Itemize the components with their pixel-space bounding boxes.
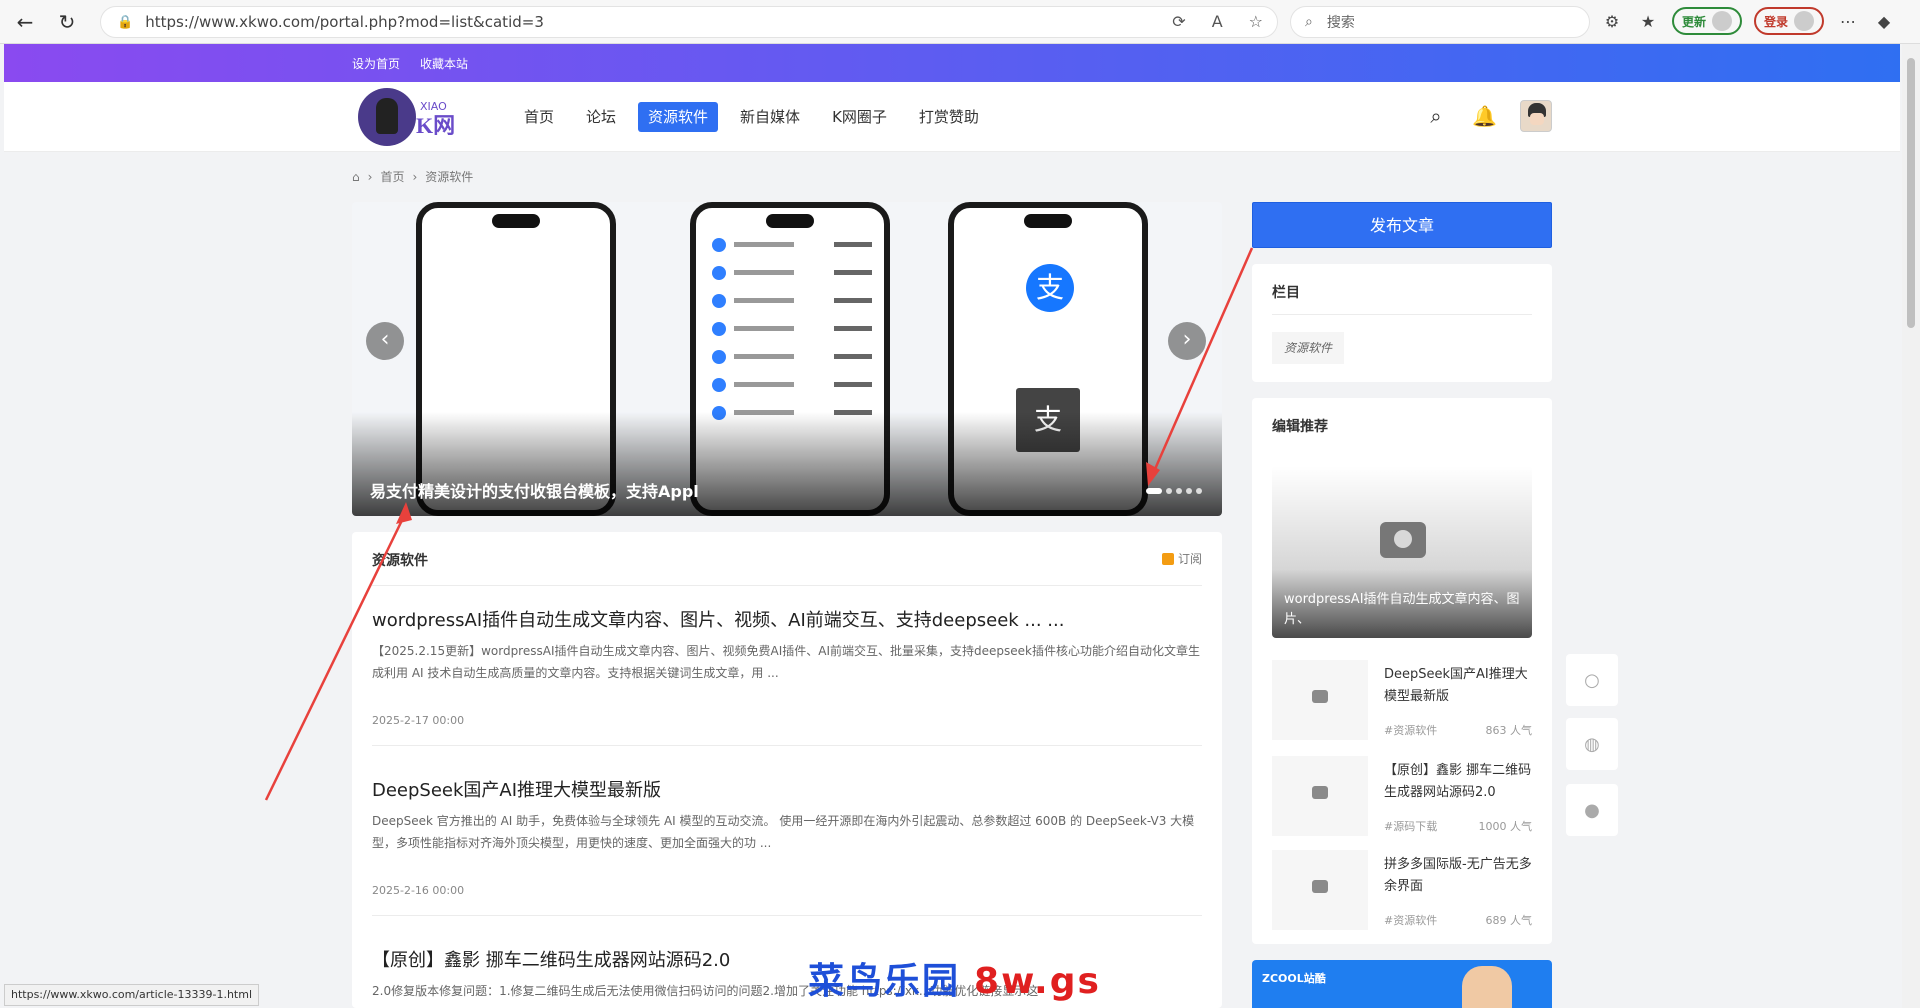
- annotation-arrowhead: [396, 502, 412, 524]
- annotation-arrow: [1150, 247, 1254, 477]
- annotation-arrows: [264, 247, 1254, 801]
- annotation-arrow: [264, 511, 408, 801]
